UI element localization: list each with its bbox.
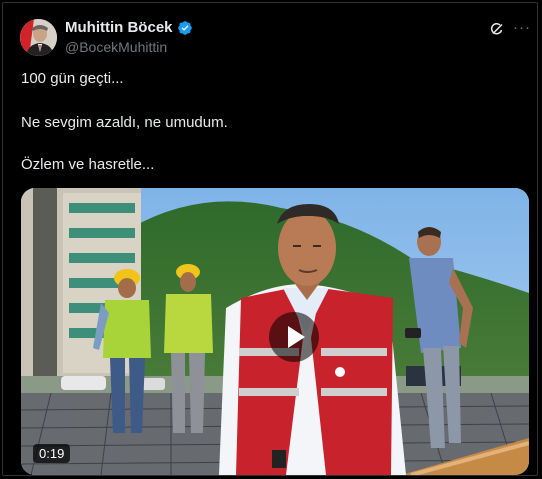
grok-icon[interactable]: [489, 21, 505, 37]
tweet-card: Muhittin Böcek @BocekMuhittin ··· 100 gü…: [2, 2, 538, 476]
author-name[interactable]: Muhittin Böcek: [65, 19, 173, 36]
verified-badge-icon: [177, 20, 193, 36]
author-handle[interactable]: @BocekMuhittin: [65, 39, 167, 55]
tweet-line-1: 100 gün geçti...: [21, 70, 124, 87]
video-duration: 0:19: [33, 444, 71, 463]
play-icon: [288, 326, 305, 348]
play-button[interactable]: [269, 312, 319, 362]
more-options-icon[interactable]: ···: [513, 20, 530, 36]
tweet-line-2: Ne sevgim azaldı, ne umudum.: [21, 114, 228, 131]
tweet-line-3: Özlem ve hasretle...: [21, 156, 155, 173]
author-name-row: Muhittin Böcek: [65, 19, 193, 36]
author-avatar[interactable]: [20, 19, 57, 56]
video-player[interactable]: 0:19: [21, 188, 529, 475]
